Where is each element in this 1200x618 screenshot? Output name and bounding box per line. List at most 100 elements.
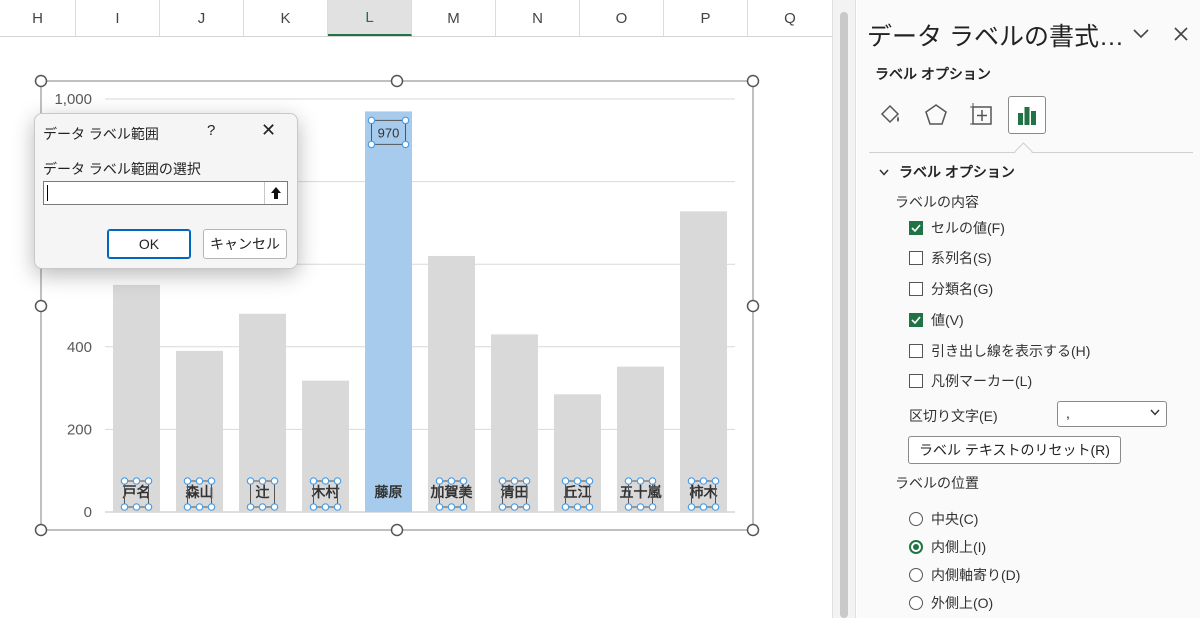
label-resize-handle[interactable]	[510, 477, 519, 485]
checkbox-value[interactable]: 値(V)	[909, 310, 964, 330]
bar[interactable]	[428, 255, 475, 512]
chart-resize-handle[interactable]	[746, 523, 760, 537]
fill-line-icon[interactable]	[871, 96, 909, 134]
checkbox[interactable]	[909, 344, 923, 358]
label-resize-handle[interactable]	[246, 503, 255, 511]
chart-resize-handle[interactable]	[390, 523, 404, 537]
label-resize-handle[interactable]	[309, 477, 318, 485]
label-resize-handle[interactable]	[522, 477, 531, 485]
label-resize-handle[interactable]	[561, 503, 570, 511]
label-resize-handle[interactable]	[401, 140, 410, 149]
label-resize-handle[interactable]	[498, 503, 507, 511]
label-resize-handle[interactable]	[435, 477, 444, 485]
close-icon[interactable]: ✕	[261, 120, 276, 141]
close-icon[interactable]	[1169, 22, 1193, 46]
label-resize-handle[interactable]	[573, 477, 582, 485]
label-resize-handle[interactable]	[207, 503, 216, 511]
range-input[interactable]	[43, 181, 288, 205]
chart-resize-handle[interactable]	[34, 74, 48, 88]
label-resize-handle[interactable]	[367, 140, 376, 149]
reset-label-text-button[interactable]: ラベル テキストのリセット(R)	[908, 436, 1121, 464]
label-resize-handle[interactable]	[246, 477, 255, 485]
label-resize-handle[interactable]	[636, 503, 645, 511]
label-options-chart-icon[interactable]	[1008, 96, 1046, 134]
label-resize-handle[interactable]	[447, 503, 456, 511]
label-resize-handle[interactable]	[401, 116, 410, 125]
chart-resize-handle[interactable]	[34, 299, 48, 313]
category-data-label[interactable]: 辻	[256, 484, 270, 500]
pane-subtitle[interactable]: ラベル オプション	[875, 64, 991, 84]
category-data-label[interactable]: 清田	[501, 484, 529, 500]
bar[interactable]	[365, 111, 412, 512]
label-resize-handle[interactable]	[132, 503, 141, 511]
chevron-down-icon[interactable]	[1129, 22, 1153, 46]
help-button[interactable]: ?	[207, 122, 215, 139]
checkbox-legend-key[interactable]: 凡例マーカー(L)	[909, 371, 1032, 391]
radio-button[interactable]	[909, 512, 923, 526]
label-resize-handle[interactable]	[648, 503, 657, 511]
label-resize-handle[interactable]	[447, 477, 456, 485]
label-resize-handle[interactable]	[144, 503, 153, 511]
checkbox-series-name[interactable]: 系列名(S)	[909, 248, 992, 268]
category-data-label[interactable]: 丘江	[564, 484, 592, 500]
label-resize-handle[interactable]	[459, 477, 468, 485]
label-resize-handle[interactable]	[120, 503, 129, 511]
radio-button-selected[interactable]	[909, 540, 923, 554]
radio-button[interactable]	[909, 596, 923, 610]
category-data-label[interactable]: 五十嵐	[620, 484, 663, 500]
label-resize-handle[interactable]	[195, 477, 204, 485]
label-resize-handle[interactable]	[687, 477, 696, 485]
category-data-label[interactable]: 藤原	[375, 484, 403, 500]
label-resize-handle[interactable]	[687, 503, 696, 511]
checkbox[interactable]	[909, 374, 923, 388]
label-resize-handle[interactable]	[132, 477, 141, 485]
label-resize-handle[interactable]	[333, 503, 342, 511]
radio-position-inside-end[interactable]: 内側上(I)	[909, 537, 986, 557]
label-resize-handle[interactable]	[585, 503, 594, 511]
data-label-range-dialog[interactable]: データ ラベル範囲 ? ✕ データ ラベル範囲の選択 OK キャンセル	[34, 113, 298, 269]
label-resize-handle[interactable]	[309, 503, 318, 511]
checkbox-leader-lines[interactable]: 引き出し線を表示する(H)	[909, 341, 1090, 361]
label-resize-handle[interactable]	[699, 503, 708, 511]
label-resize-handle[interactable]	[459, 503, 468, 511]
radio-position-center[interactable]: 中央(C)	[909, 509, 978, 529]
label-resize-handle[interactable]	[144, 477, 153, 485]
checkbox-category-name[interactable]: 分類名(G)	[909, 279, 993, 299]
separator-dropdown[interactable]: ,	[1057, 401, 1167, 427]
chart-resize-handle[interactable]	[746, 299, 760, 313]
label-resize-handle[interactable]	[270, 477, 279, 485]
label-resize-handle[interactable]	[648, 477, 657, 485]
category-data-label[interactable]: 木村	[311, 484, 340, 500]
ok-button[interactable]: OK	[107, 229, 191, 259]
label-resize-handle[interactable]	[321, 477, 330, 485]
label-resize-handle[interactable]	[711, 503, 720, 511]
label-resize-handle[interactable]	[498, 477, 507, 485]
label-resize-handle[interactable]	[321, 503, 330, 511]
chart-resize-handle[interactable]	[390, 74, 404, 88]
label-resize-handle[interactable]	[435, 503, 444, 511]
checkbox-checked[interactable]	[909, 221, 923, 235]
label-resize-handle[interactable]	[258, 503, 267, 511]
collapse-dialog-icon[interactable]	[264, 182, 287, 204]
label-resize-handle[interactable]	[270, 503, 279, 511]
label-resize-handle[interactable]	[258, 477, 267, 485]
label-resize-handle[interactable]	[585, 477, 594, 485]
category-data-label[interactable]: 戸名	[123, 484, 151, 500]
radio-position-inside-base[interactable]: 内側軸寄り(D)	[909, 565, 1020, 585]
label-resize-handle[interactable]	[183, 477, 192, 485]
label-resize-handle[interactable]	[624, 503, 633, 511]
label-resize-handle[interactable]	[636, 477, 645, 485]
size-properties-icon[interactable]	[963, 96, 1001, 134]
label-resize-handle[interactable]	[573, 503, 582, 511]
label-resize-handle[interactable]	[120, 477, 129, 485]
label-resize-handle[interactable]	[522, 503, 531, 511]
label-resize-handle[interactable]	[699, 477, 708, 485]
vertical-scrollbar[interactable]	[840, 12, 848, 618]
category-data-label[interactable]: 加賀美	[430, 484, 474, 500]
checkbox[interactable]	[909, 282, 923, 296]
category-data-label[interactable]: 森山	[186, 484, 214, 500]
bar[interactable]	[680, 211, 727, 512]
label-resize-handle[interactable]	[561, 477, 570, 485]
category-data-label[interactable]: 柿木	[690, 484, 719, 500]
worksheet[interactable]: H I J K L M N O P Q 02004006008001,000 戸…	[0, 0, 832, 618]
